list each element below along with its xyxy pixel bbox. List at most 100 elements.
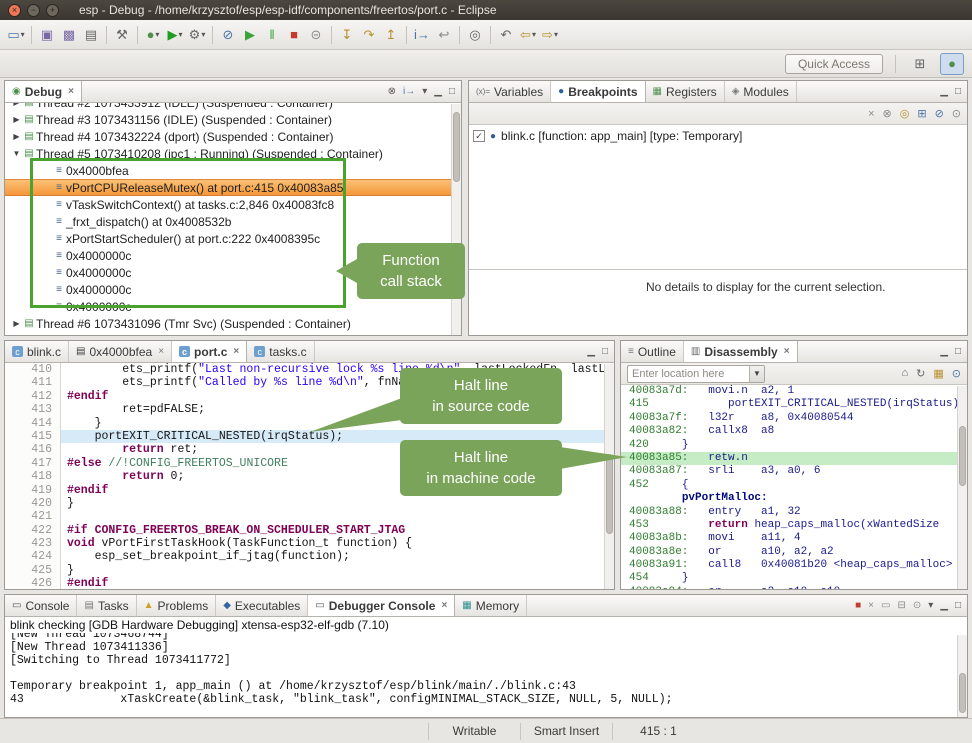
editor-tab-port-c[interactable]: cport.c× (172, 341, 247, 362)
maximize-view-icon[interactable]: □ (955, 346, 961, 357)
stack-frame-row[interactable]: ≡vPortCPUReleaseMutex() at port.c:415 0x… (5, 179, 461, 196)
remove-launch-icon[interactable]: × (868, 600, 874, 611)
dropdown-caret-icon[interactable]: ▾ (554, 30, 558, 39)
debug-tab-debug[interactable]: ◉Debug× (5, 81, 82, 102)
console-tab-tasks[interactable]: ▤Tasks (77, 595, 136, 616)
search-icon[interactable]: ◎ (464, 24, 486, 46)
disconnect-icon[interactable]: ⊝ (305, 24, 327, 46)
location-input[interactable]: Enter location here (628, 368, 749, 380)
editor-scrollbar-thumb[interactable] (606, 454, 613, 534)
editor-scrollbar[interactable] (604, 364, 614, 589)
disasm-line[interactable]: 420 } (621, 439, 967, 452)
code-line[interactable]: 420} (5, 497, 614, 510)
stack-frame-row[interactable]: ≡vTaskSwitchContext() at tasks.c:2,846 0… (5, 196, 461, 213)
debug-perspective-icon[interactable]: ● (940, 53, 964, 75)
disasm-line[interactable]: 40083a7f: l32r a8, 0x40080544 (621, 412, 967, 425)
maximize-view-icon[interactable]: □ (955, 86, 961, 97)
scroll-lock-icon[interactable]: ⊟ (897, 600, 905, 611)
right-tab-variables[interactable]: (x)=Variables (469, 81, 551, 102)
close-icon[interactable]: × (441, 600, 447, 611)
disasm-line[interactable]: 453 return heap_caps_malloc(xWantedSize (621, 519, 967, 532)
console-tab-memory[interactable]: ▦Memory (455, 595, 527, 616)
remove-breakpoint-icon[interactable]: × (868, 108, 874, 120)
close-icon[interactable]: × (68, 86, 74, 97)
disassembly-scrollbar-thumb[interactable] (959, 426, 966, 486)
show-source-icon[interactable]: ▦ (933, 367, 943, 380)
stack-frame-row[interactable]: ≡0x4000bfea (5, 162, 461, 179)
maximize-view-icon[interactable]: □ (449, 86, 455, 97)
debug-scrollbar[interactable] (451, 104, 461, 335)
right-tab-modules[interactable]: ◈Modules (725, 81, 797, 102)
tree-collapsed-icon[interactable]: ▶ (11, 319, 22, 328)
instruction-stepping-mode-icon[interactable]: i→ (403, 86, 415, 97)
dropdown-caret-icon[interactable]: ▾ (532, 30, 536, 39)
link-with-debug-view-icon[interactable]: ⊙ (952, 107, 961, 120)
debug-thread-row[interactable]: ▶▤Thread #2 1073433912 (IDLE) (Suspended… (5, 103, 461, 111)
remove-all-terminated-icon[interactable]: ⊗ (388, 86, 396, 97)
editor-tab-0x4000bfea[interactable]: ▤0x4000bfea× (69, 341, 172, 362)
close-icon[interactable]: × (158, 346, 164, 357)
external-tools-icon[interactable]: ⚙▾ (186, 24, 208, 46)
disasm-line[interactable]: 452 { (621, 479, 967, 492)
forward-icon[interactable]: ⇨▾ (539, 24, 561, 46)
minimize-view-icon[interactable]: ▁ (940, 346, 948, 357)
quick-access-button[interactable]: Quick Access (785, 54, 883, 74)
save-icon[interactable]: ▣ (36, 24, 58, 46)
window-minimize-icon[interactable]: − (27, 4, 40, 17)
dropdown-caret-icon[interactable]: ▾ (21, 30, 25, 39)
minimize-view-icon[interactable]: ▁ (587, 346, 595, 357)
stack-frame-row[interactable]: ≡0x4000000c (5, 298, 461, 315)
minimize-view-icon[interactable]: ▁ (940, 86, 948, 97)
disasm-line[interactable]: 40083a82: callx8 a8 (621, 425, 967, 438)
go-to-file-for-breakpoint-icon[interactable]: ⊞ (917, 107, 926, 120)
dropdown-caret-icon[interactable]: ▾ (155, 30, 159, 39)
clear-console-icon[interactable]: ▭ (881, 600, 890, 611)
window-close-icon[interactable]: × (8, 4, 21, 17)
view-menu-icon[interactable]: ▾ (422, 86, 427, 97)
view-menu-icon[interactable]: ▾ (928, 600, 933, 611)
editor-tab-tasks-c[interactable]: ctasks.c (247, 341, 314, 362)
right-tab-registers[interactable]: ▦Registers (646, 81, 725, 102)
disasm-line[interactable]: 40083a94: or a2, a10, a10 (621, 586, 967, 589)
new-wizard-icon[interactable]: ▭▾ (5, 24, 27, 46)
close-icon[interactable]: × (784, 346, 790, 357)
disasm-line[interactable]: 40083a8e: or a10, a2, a2 (621, 546, 967, 559)
code-line[interactable]: 421 (5, 510, 614, 523)
run-icon[interactable]: ▶▾ (164, 24, 186, 46)
disasm-line[interactable]: 40083a7d: movi.n a2, 1 (621, 385, 967, 398)
debug-thread-row[interactable]: ▼▤Thread #5 1073410208 (ipc1 : Running) … (5, 145, 461, 162)
disasm-line[interactable]: pvPortMalloc: (621, 492, 967, 505)
editor-tab-blink-c[interactable]: cblink.c (5, 341, 69, 362)
skip-all-breakpoints-icon[interactable]: ⊘ (217, 24, 239, 46)
console-scrollbar[interactable] (957, 635, 967, 717)
location-combo[interactable]: Enter location here ▼ (627, 365, 765, 383)
debug-icon[interactable]: ●▾ (142, 24, 164, 46)
disasm-tab-disassembly[interactable]: ▥Disassembly× (684, 341, 798, 362)
show-supported-breakpoints-icon[interactable]: ◎ (900, 107, 910, 120)
window-maximize-icon[interactable]: + (46, 4, 59, 17)
sync-with-active-context-icon[interactable]: ⊙ (952, 367, 961, 380)
home-pc-icon[interactable]: ⌂ (902, 367, 909, 380)
disasm-tab-outline[interactable]: ≡Outline (621, 341, 684, 362)
tree-collapsed-icon[interactable]: ▶ (11, 103, 22, 107)
step-into-icon[interactable]: ↧ (336, 24, 358, 46)
back-icon[interactable]: ⇦▾ (517, 24, 539, 46)
close-icon[interactable]: × (233, 346, 239, 357)
minimize-view-icon[interactable]: ▁ (940, 600, 948, 611)
instruction-stepping-icon[interactable]: i→ (411, 24, 433, 46)
suspend-icon[interactable]: ‖ (261, 24, 283, 46)
right-tab-breakpoints[interactable]: ●Breakpoints (551, 81, 645, 102)
disassembly-listing[interactable]: 40083a7d: movi.n a2, 1415 portEXIT_CRITI… (621, 385, 967, 589)
drop-to-frame-icon[interactable]: ↩ (433, 24, 455, 46)
stack-frame-row[interactable]: ≡_frxt_dispatch() at 0x4008532b (5, 213, 461, 230)
code-line[interactable]: 423void vPortFirstTaskHook(TaskFunction_… (5, 537, 614, 550)
dropdown-caret-icon[interactable]: ▾ (178, 30, 182, 39)
debug-thread-row[interactable]: ▶▤Thread #4 1073432224 (dport) (Suspende… (5, 128, 461, 145)
debug-thread-row[interactable]: ▶▤Thread #6 1073431096 (Tmr Svc) (Suspen… (5, 315, 461, 332)
disassembly-scrollbar[interactable] (957, 386, 967, 589)
resume-icon[interactable]: ▶ (239, 24, 261, 46)
tree-collapsed-icon[interactable]: ▶ (11, 132, 22, 141)
code-line[interactable]: 425} (5, 564, 614, 577)
save-all-icon[interactable]: ▩ (58, 24, 80, 46)
console-tab-debugger-console[interactable]: ▭Debugger Console× (308, 595, 455, 616)
